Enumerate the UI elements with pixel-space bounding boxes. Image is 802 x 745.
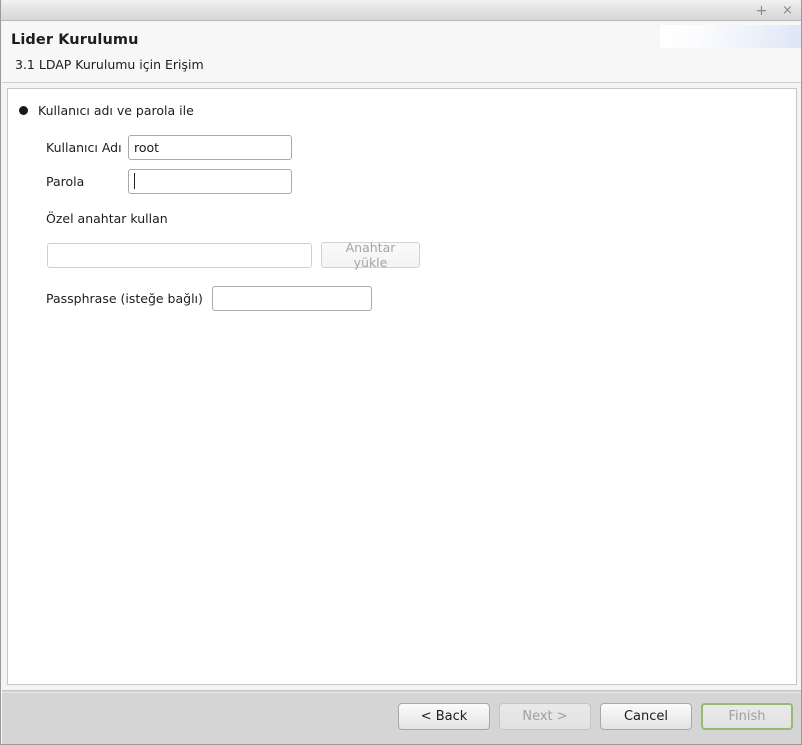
passphrase-label: Passphrase (isteğe bağlı) — [46, 291, 203, 306]
password-input[interactable] — [128, 169, 292, 194]
username-row: Kullanıcı Adı — [46, 135, 292, 160]
wizard-content-panel: Kullanıcı adı ve parola ile Kullanıcı Ad… — [7, 88, 797, 685]
header-banner-image — [660, 25, 801, 48]
window-controls: + × — [754, 0, 795, 21]
window-titlebar: + × — [1, 0, 801, 21]
footer-button-bar: < Back Next > Cancel Finish — [398, 703, 793, 730]
close-icon[interactable]: × — [780, 3, 795, 18]
page-subtitle: 3.1 LDAP Kurulumu için Erişim — [15, 57, 204, 72]
wizard-header: Lider Kurulumu 3.1 LDAP Kurulumu için Er… — [2, 22, 801, 83]
wizard-window: + × Lider Kurulumu 3.1 LDAP Kurulumu içi… — [0, 0, 802, 745]
radio-selected-icon — [19, 106, 28, 115]
private-key-section-label-row: Özel anahtar kullan — [46, 211, 168, 226]
finish-button: Finish — [701, 703, 793, 730]
username-input[interactable] — [128, 135, 292, 160]
radio-username-password[interactable]: Kullanıcı adı ve parola ile — [16, 103, 194, 118]
footer-separator — [2, 692, 801, 693]
cancel-button[interactable]: Cancel — [600, 703, 692, 730]
private-key-path-row: Anahtar yükle — [47, 240, 420, 270]
username-label: Kullanıcı Adı — [46, 140, 122, 155]
wizard-footer: < Back Next > Cancel Finish — [2, 690, 801, 744]
maximize-icon[interactable]: + — [754, 3, 769, 18]
load-key-button[interactable]: Anahtar yükle — [321, 240, 420, 270]
private-key-section-label: Özel anahtar kullan — [46, 211, 168, 226]
passphrase-row: Passphrase (isteğe bağlı) — [46, 286, 372, 311]
next-button: Next > — [499, 703, 591, 730]
passphrase-input[interactable] — [211, 286, 372, 311]
private-key-path-input[interactable] — [47, 242, 312, 268]
back-button[interactable]: < Back — [398, 703, 490, 730]
password-row: Parola — [46, 169, 292, 194]
radio-username-password-label: Kullanıcı adı ve parola ile — [38, 103, 194, 118]
password-input-wrap — [128, 169, 292, 194]
page-title: Lider Kurulumu — [11, 32, 139, 48]
password-label: Parola — [46, 174, 85, 189]
text-cursor-icon — [134, 173, 135, 189]
